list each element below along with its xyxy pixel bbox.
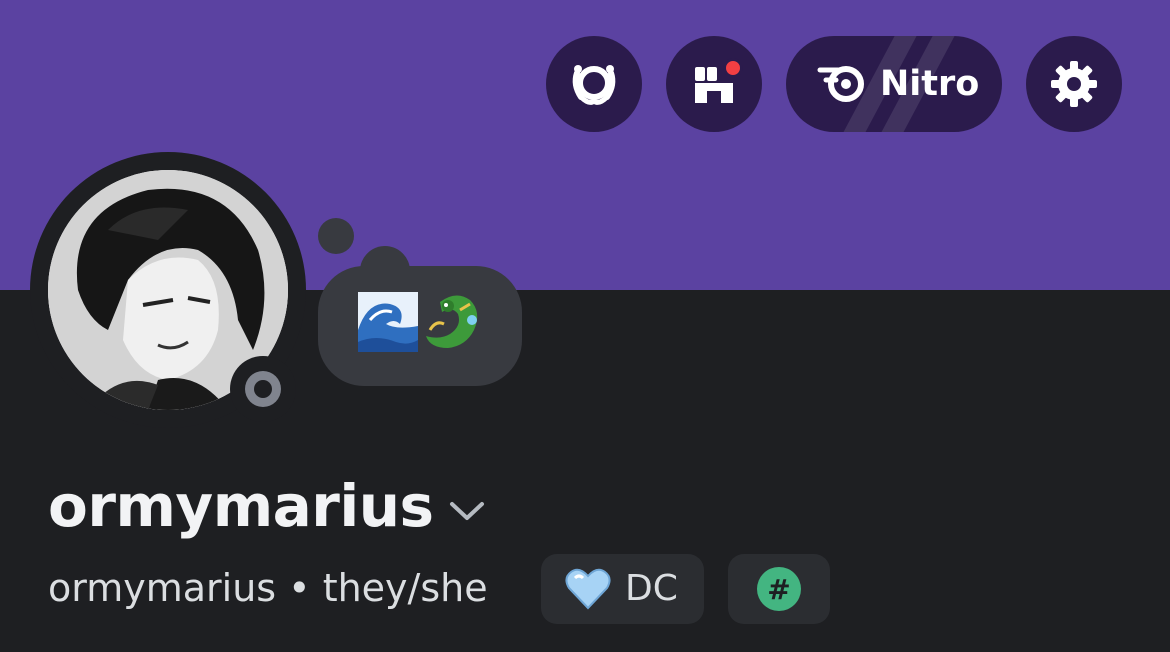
clan-tag-label: DC bbox=[625, 568, 678, 609]
clan-tag[interactable]: DC bbox=[541, 554, 704, 624]
display-name: ormymarius bbox=[48, 472, 434, 540]
laurel-wreath-icon bbox=[572, 65, 616, 105]
username-pronouns-line: ormymarius • they/she bbox=[48, 566, 488, 610]
thought-bubble-dot bbox=[318, 218, 354, 254]
nitro-label: Nitro bbox=[880, 64, 980, 104]
offline-status-icon bbox=[245, 371, 281, 407]
status-indicator bbox=[230, 356, 296, 422]
notification-dot bbox=[723, 58, 743, 78]
dragon-emoji-icon bbox=[426, 295, 478, 348]
profile-screen: Nitro ormymarius ormymarius • they/she D… bbox=[0, 0, 1170, 652]
wave-emoji-icon bbox=[358, 292, 418, 352]
light-blue-heart-icon bbox=[565, 568, 611, 610]
pronouns: they/she bbox=[322, 566, 488, 610]
quests-button[interactable] bbox=[546, 36, 642, 132]
nitro-button[interactable]: Nitro bbox=[786, 36, 1002, 132]
hashtag-badge[interactable]: # bbox=[728, 554, 830, 624]
username: ormymarius bbox=[48, 566, 277, 610]
hashtag-icon: # bbox=[757, 567, 801, 611]
settings-button[interactable] bbox=[1026, 36, 1122, 132]
shop-button[interactable] bbox=[666, 36, 762, 132]
chevron-down-icon[interactable] bbox=[446, 496, 488, 526]
status-emoji bbox=[358, 292, 478, 352]
gear-icon bbox=[1051, 61, 1097, 107]
nitro-icon bbox=[817, 66, 864, 102]
separator-dot: • bbox=[288, 566, 311, 610]
